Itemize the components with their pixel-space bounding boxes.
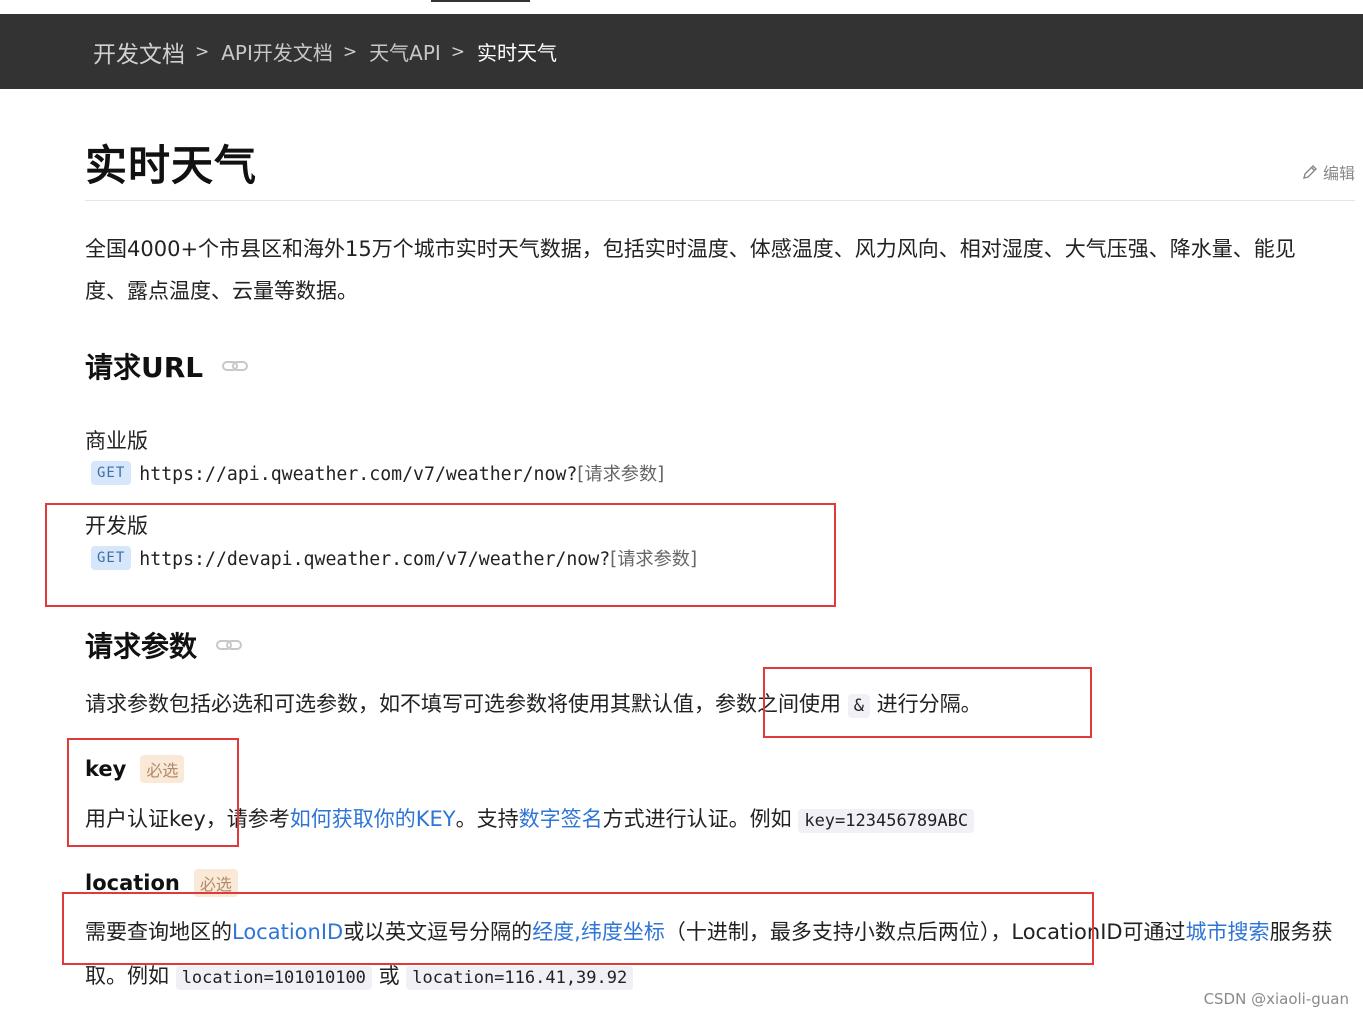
link-icon[interactable] [221, 358, 249, 374]
inline-code: key=123456789ABC [798, 809, 975, 833]
top-tab-indicator [431, 0, 530, 2]
signature-link[interactable]: 数字签名 [519, 807, 603, 831]
highlight-box-location [62, 892, 1094, 965]
commercial-url[interactable]: https://api.qweather.com/v7/weather/now?… [139, 460, 664, 486]
breadcrumb-api-docs[interactable]: API开发文档 [221, 37, 333, 66]
section-heading-request-url: 请求URL [85, 346, 249, 386]
section-heading-text: 请求参数 [85, 630, 198, 663]
url-params: [请求参数] [577, 464, 665, 485]
highlight-box-key [67, 738, 239, 847]
get-key-link[interactable]: 如何获取你的KEY [290, 807, 456, 831]
highlight-box-separator [763, 667, 1092, 738]
breadcrumb-current: 实时天气 [477, 41, 558, 65]
method-badge: GET [91, 461, 132, 485]
inline-code: location=101010100 [175, 966, 372, 990]
desc-text: 。支持 [455, 807, 519, 831]
section-heading-request-params: 请求参数 [85, 625, 243, 665]
edit-link[interactable]: 编辑 [1301, 160, 1355, 184]
city-search-link[interactable]: 城市搜索 [1186, 920, 1270, 944]
watermark: CSDN @xiaoli-guan [1203, 990, 1349, 1008]
breadcrumb: 开发文档 > API开发文档 > 天气API > 实时天气 [93, 14, 557, 89]
link-icon[interactable] [215, 637, 243, 653]
breadcrumb-separator: > [195, 41, 210, 62]
pencil-icon [1303, 165, 1317, 179]
inline-code: location=116.41,39.92 [406, 966, 634, 990]
page-title: 实时天气 [85, 141, 258, 190]
highlight-box-developer-url [45, 503, 836, 607]
page-description: 全国4000+个市县区和海外15万个城市实时天气数据，包括实时温度、体感温度、风… [85, 237, 1296, 303]
desc-text: 方式进行认证。例如 [602, 807, 792, 831]
breadcrumb-bar: 开发文档 > API开发文档 > 天气API > 实时天气 [0, 14, 1363, 89]
breadcrumb-weather-api[interactable]: 天气API [369, 37, 441, 66]
breadcrumb-separator: > [342, 41, 358, 62]
title-divider [85, 200, 1355, 201]
commercial-label: 商业版 [85, 429, 148, 453]
commercial-endpoint: GET https://api.qweather.com/v7/weather/… [91, 460, 664, 486]
url-text: https://api.qweather.com/v7/weather/now? [139, 464, 578, 485]
breadcrumb-dev-docs[interactable]: 开发文档 [93, 35, 185, 69]
section-heading-text: 请求URL [85, 351, 204, 384]
breadcrumb-separator: > [450, 41, 466, 62]
edit-label: 编辑 [1322, 164, 1355, 183]
desc-text: 或 [378, 964, 400, 988]
intro-text: 请求参数包括必选和可选参数，如不填写可选参数将使用其默认值，参数之间使用 [85, 692, 841, 716]
